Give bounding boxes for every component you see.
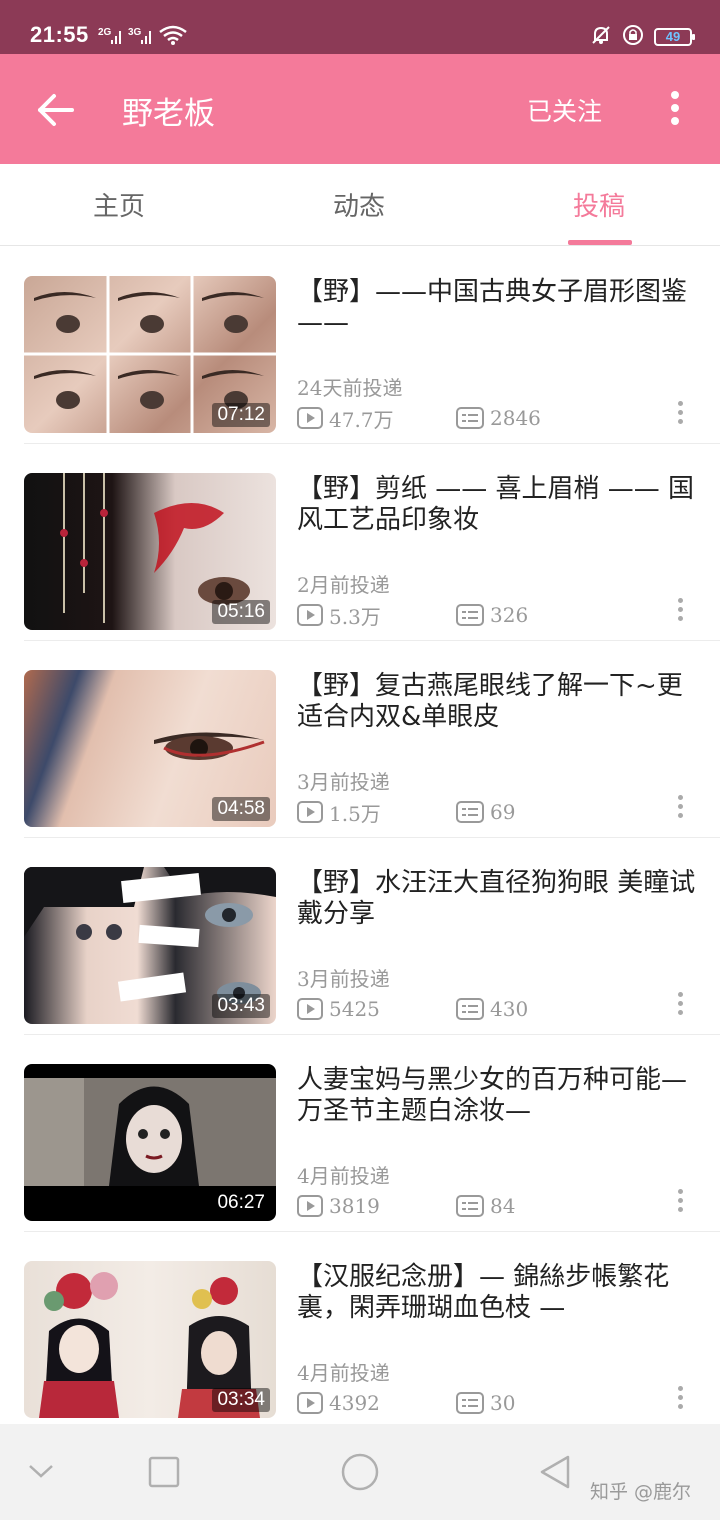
video-title[interactable]: 【野】复古燕尾眼线了解一下~更适合内双&单眼皮	[297, 671, 697, 733]
video-duration: 05:16	[212, 600, 270, 624]
item-more-icon[interactable]	[674, 399, 686, 429]
video-thumbnail[interactable]: 07:12	[24, 276, 276, 433]
tab-active-indicator	[568, 240, 632, 245]
system-nav-bar	[0, 1424, 720, 1520]
video-list-item[interactable]: 04:58 【野】复古燕尾眼线了解一下~更适合内双&单眼皮 3月前投递 1.5万…	[0, 641, 720, 838]
play-icon	[297, 407, 323, 429]
svg-text:2G: 2G	[98, 27, 112, 38]
signal-2g-icon: 2G	[98, 26, 124, 46]
video-posted-time: 4月前投递	[297, 1361, 390, 1385]
svg-text:3G: 3G	[128, 27, 142, 38]
video-thumbnail[interactable]: 05:16	[24, 473, 276, 630]
play-count: 47.7万	[297, 406, 394, 432]
play-count: 1.5万	[297, 800, 381, 826]
signal-3g-icon: 3G	[128, 26, 154, 46]
item-more-icon[interactable]	[674, 793, 686, 823]
video-duration: 03:43	[212, 994, 270, 1018]
danmaku-count: 84	[456, 1194, 515, 1218]
video-duration: 07:12	[212, 403, 270, 427]
battery-icon: 49	[654, 28, 695, 46]
play-count: 5.3万	[297, 603, 381, 629]
danmaku-count: 430	[456, 997, 528, 1021]
video-list-item[interactable]: 06:27 人妻宝妈与黑少女的百万种可能—万圣节主题白涂妆— 4月前投递 381…	[0, 1035, 720, 1232]
status-right-icons: 49	[590, 24, 695, 50]
play-count: 5425	[297, 997, 380, 1021]
item-more-icon[interactable]	[674, 1384, 686, 1414]
video-posted-time: 3月前投递	[297, 967, 390, 991]
more-vertical-icon[interactable]	[664, 88, 686, 132]
danmaku-count: 69	[456, 800, 515, 824]
video-posted-time: 4月前投递	[297, 1164, 390, 1188]
watermark: 知乎 @鹿尔	[590, 1481, 692, 1503]
danmaku-count: 30	[456, 1391, 515, 1415]
video-list-item[interactable]: 03:34 【汉服纪念册】— 錦絲步帳繁花裏，閑弄珊瑚血色枝 — 4月前投递 4…	[0, 1232, 720, 1429]
video-title[interactable]: 【野】剪纸 —— 喜上眉梢 —— 国风工艺品印象妆	[297, 474, 697, 536]
video-duration: 04:58	[212, 797, 270, 821]
danmaku-icon	[456, 801, 484, 823]
tab-uploads[interactable]: 投稿	[573, 186, 625, 223]
danmaku-icon	[456, 604, 484, 626]
video-duration: 03:34	[212, 1388, 270, 1412]
video-list-item[interactable]: 03:43 【野】水汪汪大直径狗狗眼 美瞳试戴分享 3月前投递 5425 430	[0, 838, 720, 1035]
video-posted-time: 24天前投递	[297, 376, 403, 400]
tab-home[interactable]: 主页	[93, 186, 145, 223]
wifi-icon	[158, 24, 188, 45]
recents-square-icon[interactable]	[148, 1456, 180, 1492]
tab-bar: 主页 动态 投稿	[0, 164, 720, 246]
video-thumbnail[interactable]: 06:27	[24, 1064, 276, 1221]
mute-bell-icon	[590, 24, 612, 50]
back-arrow-icon[interactable]	[34, 88, 78, 132]
video-title[interactable]: 【野】水汪汪大直径狗狗眼 美瞳试戴分享	[297, 868, 697, 930]
collapse-chevron-icon[interactable]	[28, 1462, 54, 1484]
danmaku-icon	[456, 407, 484, 429]
video-list-item[interactable]: 05:16 【野】剪纸 —— 喜上眉梢 —— 国风工艺品印象妆 2月前投递 5.…	[0, 444, 720, 641]
play-icon	[297, 1392, 323, 1414]
video-thumbnail[interactable]: 03:34	[24, 1261, 276, 1418]
danmaku-count: 2846	[456, 406, 541, 430]
page-title: 野老板	[122, 96, 215, 132]
app-bar: 野老板 已关注	[0, 54, 720, 164]
video-title[interactable]: 【汉服纪念册】— 錦絲步帳繁花裏，閑弄珊瑚血色枝 —	[297, 1262, 697, 1324]
video-posted-time: 3月前投递	[297, 770, 390, 794]
play-icon	[297, 801, 323, 823]
video-title[interactable]: 人妻宝妈与黑少女的百万种可能—万圣节主题白涂妆—	[297, 1065, 697, 1127]
home-circle-icon[interactable]	[340, 1452, 380, 1496]
danmaku-icon	[456, 1392, 484, 1414]
video-thumbnail[interactable]: 03:43	[24, 867, 276, 1024]
play-icon	[297, 604, 323, 626]
video-posted-time: 2月前投递	[297, 573, 390, 597]
play-count: 3819	[297, 1194, 380, 1218]
play-icon	[297, 1195, 323, 1217]
back-triangle-icon[interactable]	[538, 1454, 572, 1494]
play-count: 4392	[297, 1391, 380, 1415]
tab-dynamics[interactable]: 动态	[333, 186, 385, 223]
item-more-icon[interactable]	[674, 990, 686, 1020]
danmaku-icon	[456, 998, 484, 1020]
status-bar: 21:55 2G 3G 49	[0, 0, 720, 54]
video-list-item[interactable]: 07:12 【野】——中国古典女子眉形图鉴—— 24天前投递 47.7万 284…	[0, 247, 720, 444]
follow-button[interactable]: 已关注	[527, 92, 602, 128]
play-icon	[297, 998, 323, 1020]
lock-rotation-icon	[622, 24, 644, 50]
danmaku-icon	[456, 1195, 484, 1217]
video-title[interactable]: 【野】——中国古典女子眉形图鉴——	[297, 277, 697, 339]
video-duration: 06:27	[212, 1191, 270, 1215]
item-more-icon[interactable]	[674, 1187, 686, 1217]
status-time: 21:55	[30, 22, 89, 47]
danmaku-count: 326	[456, 603, 528, 627]
item-more-icon[interactable]	[674, 596, 686, 626]
video-thumbnail[interactable]: 04:58	[24, 670, 276, 827]
